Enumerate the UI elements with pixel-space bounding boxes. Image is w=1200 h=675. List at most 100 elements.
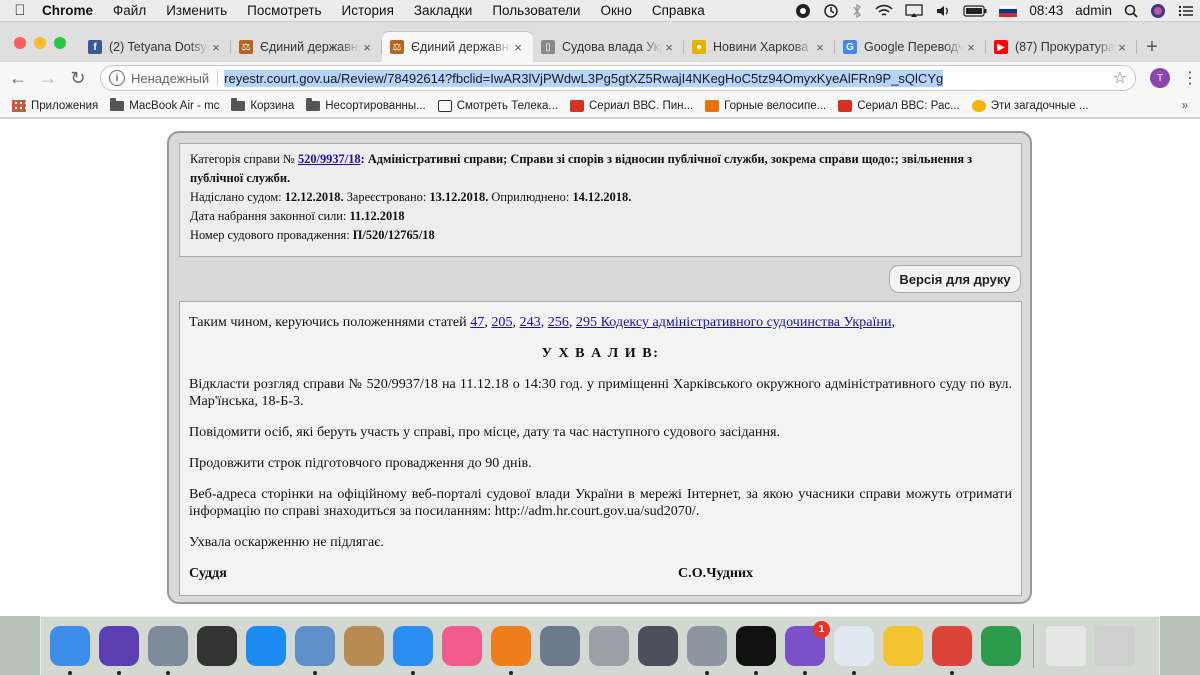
reload-button[interactable]: ↻ (66, 68, 90, 89)
security-label[interactable]: Ненадежный (131, 71, 209, 86)
menu-bookmarks[interactable]: Закладки (404, 3, 482, 18)
wifi-icon[interactable] (869, 4, 899, 18)
case-number-link[interactable]: 520/9937/18 (298, 152, 361, 166)
grapher-icon[interactable] (981, 626, 1021, 666)
viber-icon[interactable]: 1 (785, 621, 830, 675)
bookmark-item[interactable]: Сериал ВВС: Рас... (838, 99, 960, 112)
menu-app-name[interactable]: Chrome (40, 3, 103, 18)
address-bar[interactable]: i Ненадежный reyestr.court.gov.ua/Review… (99, 65, 1137, 91)
new-tab-button[interactable]: + (1137, 32, 1167, 62)
photo-booth-icon[interactable] (197, 626, 237, 666)
tab-7[interactable]: ▶ (87) Прокуратура × (986, 32, 1137, 62)
preview-icon[interactable] (295, 626, 335, 675)
bluetooth-icon[interactable] (845, 3, 869, 19)
clock-text[interactable]: 08:43 (1023, 3, 1069, 18)
bookmark-item[interactable]: Несортированны... (306, 97, 426, 112)
time-machine-icon[interactable] (817, 3, 845, 19)
podcasts-icon[interactable] (736, 626, 776, 675)
status-area: 08:43 admin (789, 0, 1200, 22)
menu-edit[interactable]: Изменить (156, 3, 237, 18)
tab-close-icon[interactable]: × (360, 40, 374, 55)
menu-window[interactable]: Окно (590, 3, 641, 18)
tab-4[interactable]: ▯ Судова влада України× (533, 32, 684, 62)
parental-controls-icon[interactable] (589, 626, 629, 666)
document-icon[interactable] (1046, 626, 1086, 666)
tab-close-icon[interactable]: × (964, 40, 978, 55)
article-link-205[interactable]: 205 (491, 314, 512, 330)
flag-ru-icon[interactable] (993, 4, 1023, 17)
tab-close-icon[interactable]: × (209, 40, 223, 55)
youtube-icon: ▶ (994, 40, 1008, 54)
launchpad-icon[interactable] (148, 626, 188, 675)
bookmark-item[interactable]: Горные велосипе... (705, 99, 826, 112)
chrome-icon[interactable] (932, 626, 972, 675)
profile-avatar[interactable]: T (1150, 68, 1171, 88)
tab-title: Єдиний державний (411, 40, 511, 54)
finder-icon[interactable] (50, 626, 90, 675)
bookmark-label: Приложения (31, 99, 99, 112)
proceeding-label: Номер судового провадження: (190, 228, 350, 242)
close-window-button[interactable] (14, 37, 26, 49)
bookmark-item[interactable]: MacBook Air - mc (110, 97, 219, 112)
url-text[interactable]: reyestr.court.gov.ua/Review/78492614?fbc… (224, 69, 944, 87)
preview-docs-icon[interactable] (834, 626, 874, 675)
zoom-window-button[interactable] (54, 37, 66, 49)
photos-icon[interactable] (883, 626, 923, 666)
tab-close-icon[interactable]: × (511, 40, 525, 55)
tab-close-icon[interactable]: × (662, 40, 676, 55)
notification-center-icon[interactable] (1172, 4, 1200, 18)
bookmark-item[interactable]: Сериал ВВС. Пин... (570, 99, 693, 112)
print-version-button[interactable]: Версія для друку (889, 265, 1021, 293)
airplay-icon[interactable] (899, 3, 929, 18)
tab-title: (2) Tetyana Dotsyak (109, 40, 209, 54)
menu-people[interactable]: Пользователи (482, 3, 590, 18)
keynote-icon[interactable] (540, 626, 580, 666)
trash-icon[interactable] (1095, 626, 1135, 666)
apple-menu-icon[interactable]:  (0, 2, 40, 19)
tab-1[interactable]: f (2) Tetyana Dotsyak × (80, 32, 231, 62)
proceeding-number: П/520/12765/18 (352, 228, 435, 242)
bookmark-star-icon[interactable]: ☆ (1113, 68, 1127, 88)
menu-view[interactable]: Посмотреть (237, 3, 331, 18)
bookmark-item[interactable]: Эти загадочные ... (971, 99, 1088, 112)
minimize-window-button[interactable] (34, 37, 46, 49)
page-content: Категорія справи № 520/9937/18: Адмініст… (0, 119, 1200, 616)
spotlight-icon[interactable] (1118, 4, 1144, 18)
tab-close-icon[interactable]: × (813, 40, 827, 55)
info-icon[interactable]: i (108, 70, 125, 86)
ibooks-icon[interactable] (491, 626, 531, 675)
back-button[interactable]: ← (6, 68, 30, 89)
disk-utility-icon[interactable] (687, 626, 727, 675)
article-link-256[interactable]: 256 (548, 314, 569, 330)
status-app-icon[interactable] (789, 3, 817, 19)
code-link[interactable]: 295 Кодексу адміністративного судочинств… (576, 314, 892, 330)
chrome-menu-icon[interactable]: ⋮ (1180, 68, 1200, 88)
tab-3[interactable]: ⚖ Єдиний державний× (382, 32, 533, 62)
user-name[interactable]: admin (1069, 3, 1118, 18)
safari-icon[interactable] (393, 626, 433, 675)
menu-help[interactable]: Справка (642, 3, 715, 18)
article-link-47[interactable]: 47 (470, 314, 484, 330)
tab-close-icon[interactable]: × (1115, 40, 1129, 55)
script-editor-icon[interactable] (638, 626, 678, 666)
siri-icon[interactable] (99, 626, 139, 675)
app-store-icon[interactable] (246, 626, 286, 666)
siri-icon[interactable] (1144, 3, 1172, 19)
bookmark-item[interactable]: Корзина (231, 97, 294, 112)
bookmark-red-icon (570, 99, 584, 112)
menu-history[interactable]: История (332, 3, 404, 18)
tab-6[interactable]: G Google Переводчик× (835, 32, 986, 62)
itunes-icon[interactable] (442, 626, 482, 666)
menu-file[interactable]: Файл (103, 3, 156, 18)
tab-2[interactable]: ⚖ Єдиний державний× (231, 32, 382, 62)
contacts-icon[interactable] (344, 626, 384, 666)
bookmark-item[interactable]: Смотреть Телека... (437, 99, 558, 112)
forward-button[interactable]: → (36, 68, 60, 89)
bookmarks-overflow-icon[interactable]: » (1182, 100, 1188, 112)
battery-icon[interactable] (957, 4, 993, 17)
tab-5[interactable]: ● Новини Харкова × (684, 32, 835, 62)
article-link-243[interactable]: 243 (520, 314, 541, 330)
bookmark-item[interactable]: Приложения (12, 99, 99, 112)
bookmark-label: Несортированны... (325, 99, 426, 112)
volume-icon[interactable] (929, 4, 957, 18)
